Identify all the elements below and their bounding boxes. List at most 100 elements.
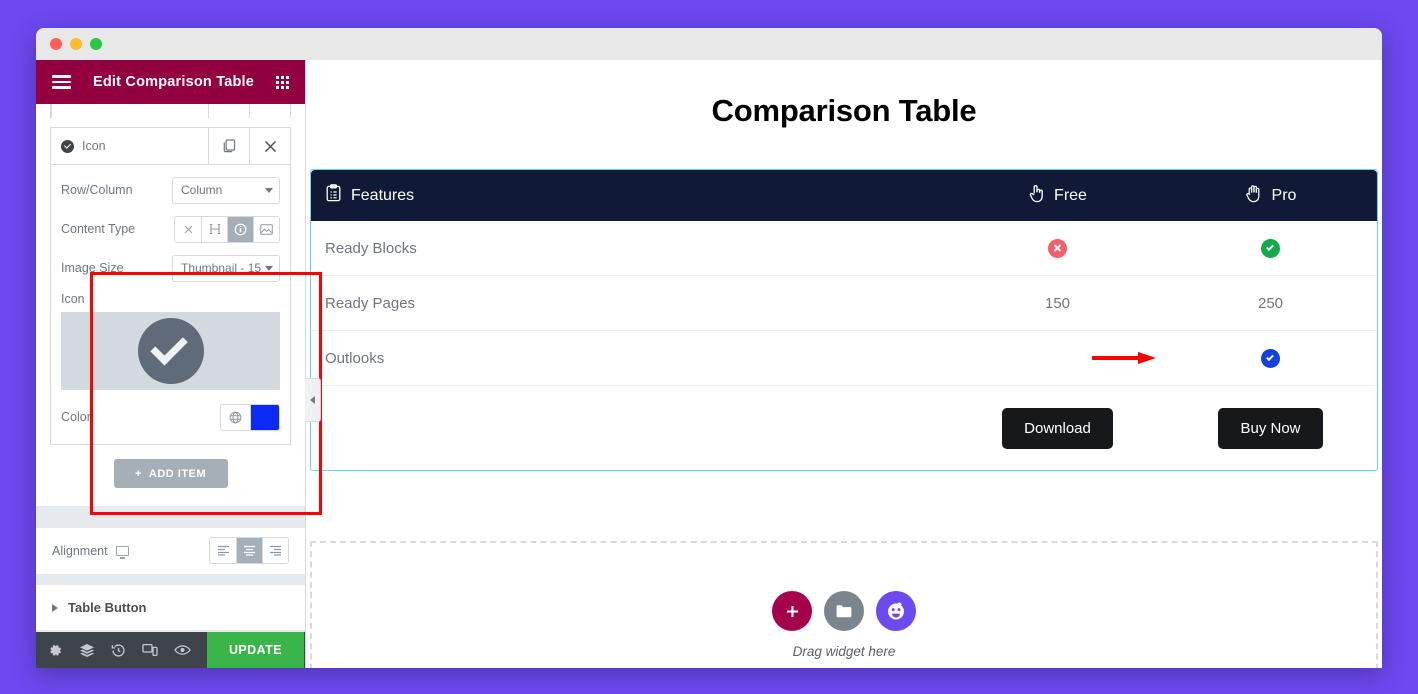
browser-window: Edit Comparison Table Icon Row/Column Co… [36, 28, 1382, 668]
window-titlebar [36, 28, 1382, 60]
page-title: Comparison Table [711, 93, 977, 128]
color-picker-control[interactable] [220, 403, 280, 431]
add-widget-button[interactable] [772, 591, 812, 631]
table-row[interactable]: Ready Blocks [311, 221, 1377, 276]
table-button-cell-pro: Buy Now [1164, 407, 1377, 449]
table-header-label: Pro [1271, 186, 1297, 204]
add-template-button[interactable] [824, 591, 864, 631]
content-type-option-info-circle-icon[interactable] [227, 216, 253, 242]
repeater-item-label: Icon [82, 139, 106, 153]
hamburger-icon[interactable] [52, 75, 71, 89]
repeater-item-header[interactable]: Icon [51, 128, 208, 164]
table-cell-free [951, 238, 1164, 258]
window-zoom-button[interactable] [90, 38, 102, 50]
content-type-option-none-x-icon[interactable] [175, 216, 201, 242]
panel-collapse-button[interactable] [305, 378, 321, 422]
check-circle-icon [1261, 348, 1280, 368]
section-label: Table Button [68, 600, 147, 615]
download-button[interactable]: Download [1002, 407, 1113, 449]
check-circle-icon [1261, 238, 1280, 258]
desktop-icon[interactable] [115, 545, 129, 559]
alignment-label: Alignment [52, 543, 108, 558]
check-circle-icon [61, 139, 74, 153]
align-center-icon[interactable] [236, 538, 262, 563]
table-button-cell-free: Download [951, 407, 1164, 449]
preview-eye-icon[interactable] [174, 644, 191, 656]
history-clock-icon[interactable] [111, 643, 126, 658]
align-right-icon[interactable] [262, 538, 288, 563]
copy-icon[interactable] [208, 128, 249, 164]
navigator-layers-icon[interactable] [79, 643, 95, 658]
table-cell-free: 150 [1044, 294, 1071, 312]
panel-footer: UPDATE [36, 632, 331, 668]
panel-scroll-area[interactable]: Icon Row/Column Column Content Type Imag… [36, 104, 305, 632]
table-row[interactable]: Outlooks [311, 331, 1377, 386]
globe-icon[interactable] [221, 404, 250, 430]
table-header-row: Features Free Pro [311, 170, 1377, 221]
clipboard-list-icon [325, 184, 342, 207]
close-icon[interactable] [249, 128, 290, 164]
content-type-option-image-icon[interactable] [253, 216, 279, 242]
icon-preview-box[interactable] [61, 312, 280, 390]
table-cell-feature: Ready Blocks [325, 239, 417, 257]
responsive-mode-icon[interactable] [142, 643, 158, 657]
table-cell-pro [1092, 348, 1377, 368]
repeater-previous-item-partial [50, 104, 291, 118]
settings-gear-icon[interactable] [48, 643, 63, 658]
color-swatch[interactable] [250, 404, 279, 430]
repeater-wrapper: Icon Row/Column Column Content Type Imag… [36, 104, 305, 445]
repeater-item-body: Row/Column Column Content Type Image Siz… [50, 165, 291, 445]
editor-canvas[interactable]: Comparison Table Features Free Pro Ready… [306, 60, 1382, 668]
table-header-pro: Pro [1164, 184, 1377, 208]
control-color: Color [61, 402, 280, 432]
align-left-icon[interactable] [210, 538, 236, 563]
color-label: Color [61, 410, 91, 424]
hand-pointer-icon [1028, 184, 1045, 208]
buy-now-button[interactable]: Buy Now [1218, 407, 1323, 449]
table-header-label: Features [351, 186, 415, 204]
window-minimize-button[interactable] [70, 38, 82, 50]
ai-widget-button[interactable] [876, 591, 916, 631]
row-column-label: Row/Column [61, 183, 133, 197]
content-type-segmented-control[interactable] [174, 215, 280, 243]
section-divider-3 [36, 630, 305, 632]
chevron-left-icon [310, 396, 315, 404]
comparison-table[interactable]: Features Free Pro Ready Blocks Ready Pag… [310, 169, 1378, 471]
section-table-button[interactable]: Table Button [36, 584, 305, 630]
window-close-button[interactable] [50, 38, 62, 50]
update-button[interactable]: UPDATE [207, 632, 304, 668]
row-column-select[interactable]: Column [172, 176, 280, 204]
control-row-column: Row/Column Column [61, 175, 280, 205]
alignment-segmented-control[interactable] [209, 537, 289, 564]
control-image-size: Image Size Thumbnail - 15 [61, 253, 280, 283]
chevron-down-icon [265, 265, 273, 271]
chevron-right-icon [52, 603, 58, 612]
table-cell-feature: Ready Pages [325, 294, 416, 312]
table-row[interactable]: Ready Pages 150 250 [311, 276, 1377, 331]
table-header-label: Free [1054, 186, 1087, 204]
table-cell-pro [1164, 238, 1377, 258]
chevron-down-icon [265, 187, 273, 193]
table-button-row: Download Buy Now [311, 386, 1377, 470]
repeater-row-partial[interactable] [50, 104, 291, 118]
content-type-option-heading-h-icon[interactable] [201, 216, 227, 242]
image-size-label: Image Size [61, 261, 124, 275]
add-item-button[interactable]: + ADD ITEM [113, 459, 228, 488]
dropzone-label: Drag widget here [792, 644, 896, 659]
image-size-select[interactable]: Thumbnail - 15 [172, 254, 280, 282]
widget-dropzone[interactable]: Drag widget here [310, 541, 1378, 668]
hand-paper-icon [1245, 184, 1263, 208]
grid-apps-icon[interactable] [276, 75, 289, 89]
panel-title: Edit Comparison Table [92, 74, 255, 90]
panel-header: Edit Comparison Table [36, 60, 305, 104]
image-size-value: Thumbnail - 15 [181, 261, 262, 275]
table-header-free: Free [951, 184, 1164, 208]
control-content-type: Content Type [61, 214, 280, 244]
icon-control-label: Icon [61, 292, 85, 306]
table-cell-pro: 250 [1257, 294, 1284, 312]
repeater-item-icon[interactable]: Icon [50, 127, 291, 165]
x-circle-icon [1048, 238, 1067, 258]
folder-icon [836, 604, 852, 617]
plus-icon: + [134, 467, 142, 480]
red-arrow-pointer-annotation [1092, 352, 1156, 364]
